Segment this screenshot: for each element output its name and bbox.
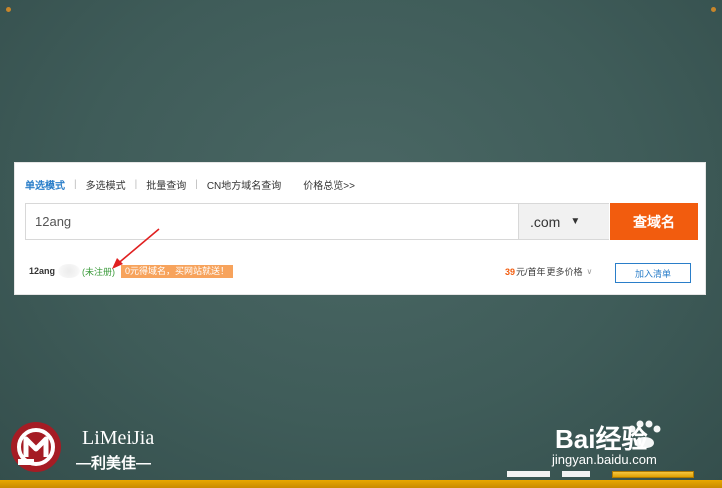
add-to-list-button[interactable]: 加入清单 bbox=[615, 263, 691, 283]
domain-search-box: .com ▼ bbox=[25, 203, 609, 240]
ledge-decoration bbox=[507, 471, 550, 477]
tab-cn-local-domain[interactable]: CN地方域名查询 bbox=[207, 177, 281, 192]
tld-select[interactable]: .com ▼ bbox=[518, 204, 609, 239]
brand-name: LiMeiJia bbox=[82, 427, 155, 449]
price-overview-link[interactable]: 价格总览>> bbox=[303, 177, 355, 192]
more-prices-link[interactable]: 更多价格 bbox=[547, 265, 583, 278]
tab-separator: | bbox=[74, 178, 77, 190]
pin-decoration bbox=[6, 7, 11, 12]
price-number: 39 bbox=[505, 266, 516, 277]
watermark-url: jingyan.baidu.com bbox=[552, 452, 657, 467]
tab-multi-mode[interactable]: 多选模式 bbox=[86, 177, 126, 192]
search-domain-button[interactable]: 查域名 bbox=[610, 203, 698, 240]
brand-chinese-name: —利美佳— bbox=[76, 455, 152, 472]
domain-search-input[interactable] bbox=[26, 204, 518, 239]
caret-down-icon: ▼ bbox=[570, 216, 581, 227]
tld-select-value: .com bbox=[530, 213, 561, 230]
result-domain-name: 12ang bbox=[29, 266, 56, 276]
limeijia-logo-icon bbox=[11, 422, 61, 472]
pin-decoration bbox=[711, 7, 716, 12]
tab-single-mode[interactable]: 单选模式 bbox=[25, 177, 65, 192]
price-info: 39 元/首年 更多价格 ∨ bbox=[505, 265, 592, 278]
status-badge: (未注册) bbox=[82, 266, 116, 277]
watermark-logo-text: Bai经验 bbox=[555, 424, 647, 454]
ledge-decoration bbox=[612, 471, 694, 478]
tab-separator: | bbox=[134, 178, 138, 190]
tab-separator: | bbox=[195, 178, 198, 190]
search-mode-tabs: 单选模式 | 多选模式 | 批量查询 | CN地方域名查询 价格总览>> bbox=[25, 177, 355, 192]
promo-tag[interactable]: 0元得域名，买网站就送！ bbox=[121, 264, 234, 278]
price-unit: 元/首年 bbox=[516, 267, 546, 277]
ledge-decoration bbox=[562, 471, 590, 477]
blurred-suffix bbox=[58, 264, 81, 278]
bottom-frame-bar bbox=[0, 480, 722, 488]
domain-search-panel: 单选模式 | 多选模式 | 批量查询 | CN地方域名查询 价格总览>> .co… bbox=[14, 162, 706, 295]
tab-batch-query[interactable]: 批量查询 bbox=[146, 177, 186, 192]
chevron-down-icon[interactable]: ∨ bbox=[587, 267, 593, 276]
result-row: 12ang (未注册) 0元得域名，买网站就送！ bbox=[29, 263, 234, 279]
